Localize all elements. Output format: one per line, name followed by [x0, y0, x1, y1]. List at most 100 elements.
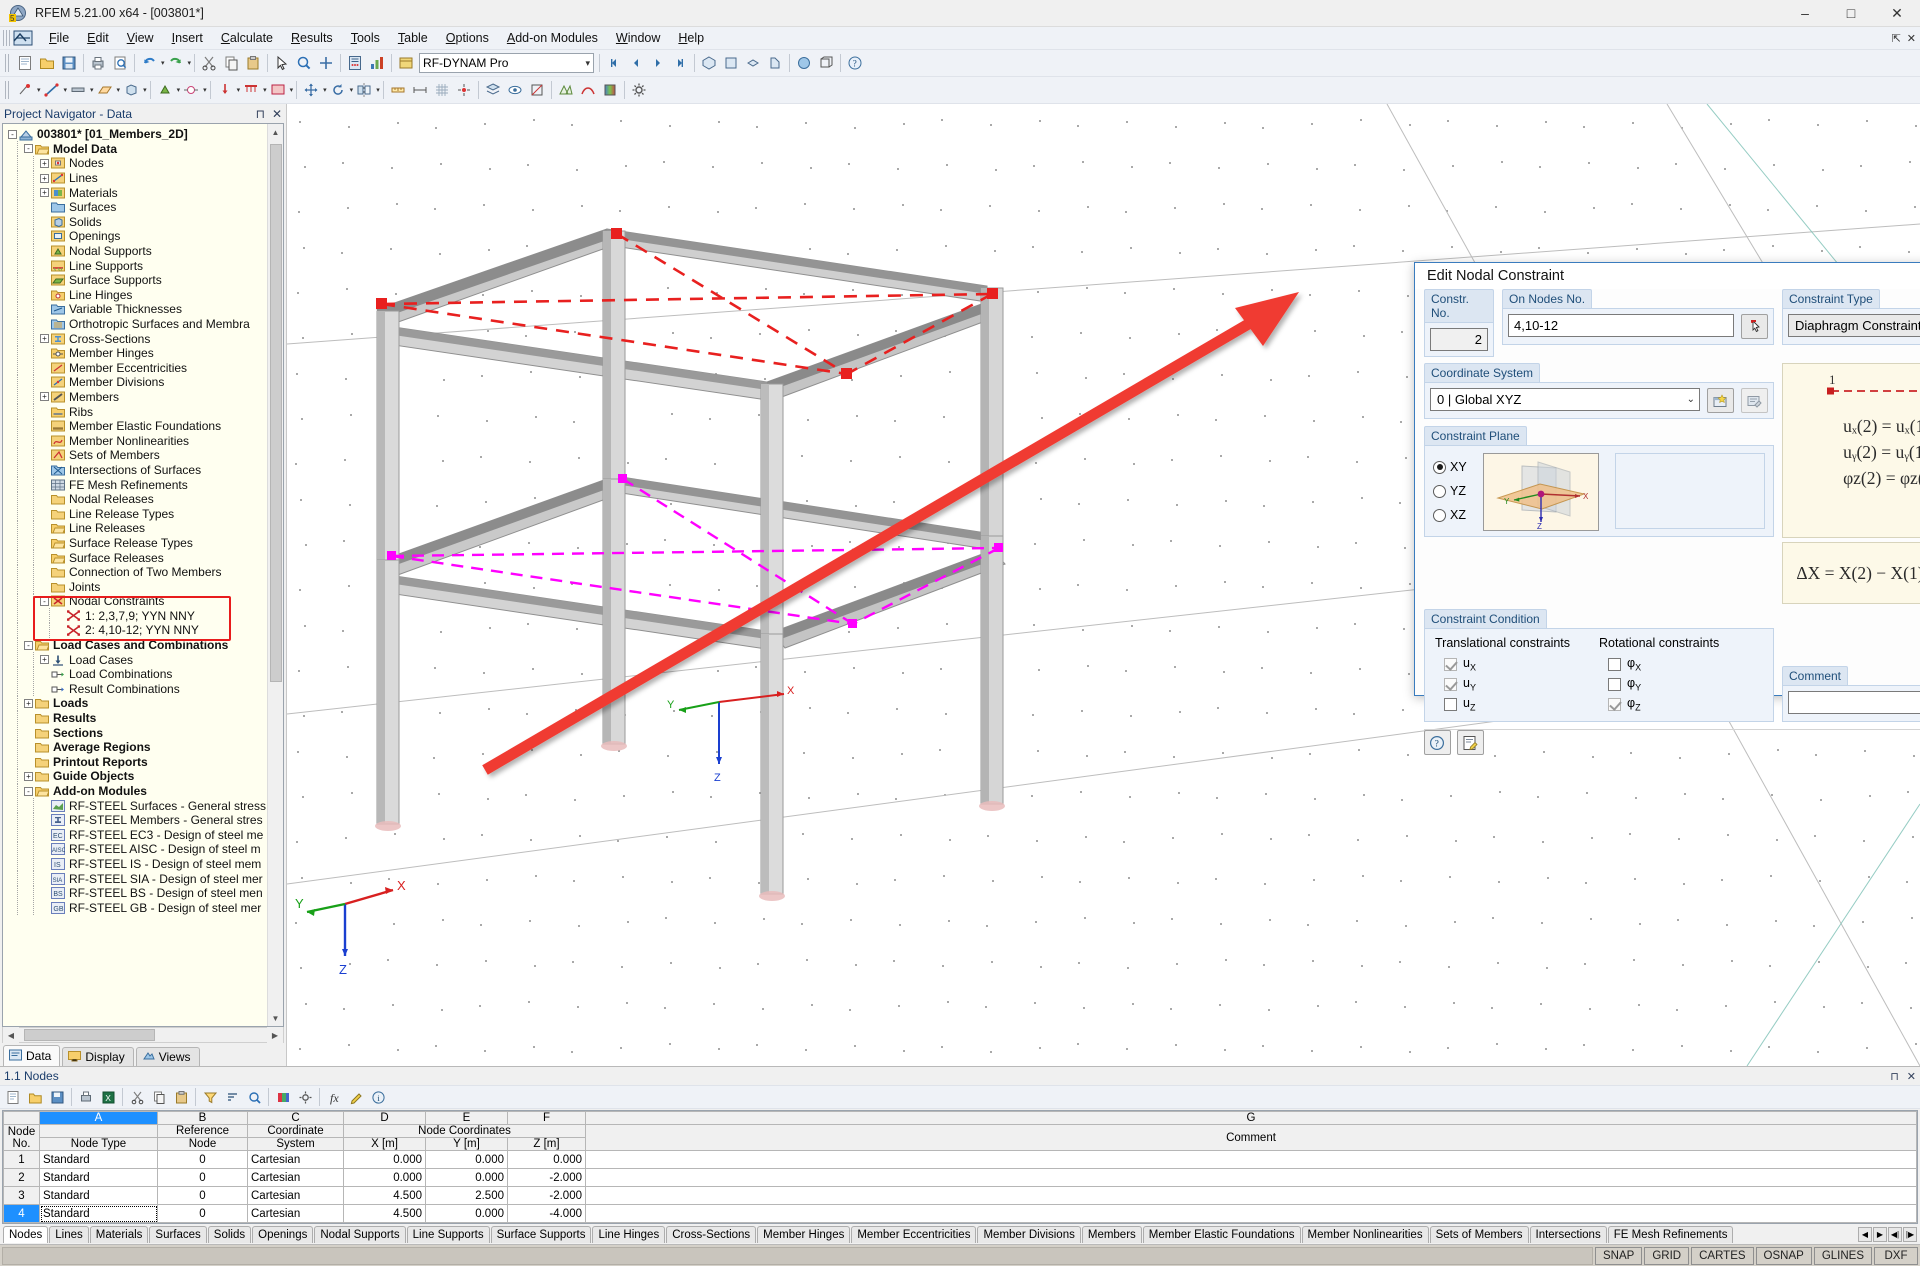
move-icon[interactable] — [300, 79, 322, 101]
constraint-plane-radio-xy[interactable]: XY — [1433, 457, 1467, 477]
tree-item-surfaces[interactable]: Surfaces — [7, 199, 267, 215]
tree-toggle[interactable] — [39, 492, 50, 506]
tree-toggle[interactable] — [39, 229, 50, 243]
tree-item-line-releases[interactable]: Line Releases — [7, 520, 267, 536]
tree-toggle[interactable]: + — [39, 390, 50, 404]
table-tab-intersections[interactable]: Intersections — [1529, 1225, 1607, 1243]
tab-nav-button[interactable]: ◀| — [1888, 1226, 1902, 1242]
cell-node-type[interactable]: Standard — [39, 1186, 158, 1205]
table-print-icon[interactable] — [75, 1086, 97, 1108]
tree-item-ribs[interactable]: Ribs — [7, 404, 267, 420]
tree-toggle[interactable] — [39, 463, 50, 477]
navigator-tree[interactable]: -003801* [01_Members_2D] - Model Data + Node… — [3, 124, 267, 1026]
cell-x[interactable]: 4.500 — [343, 1204, 426, 1223]
insert-solid-icon[interactable] — [120, 79, 142, 101]
tree-item-materials[interactable]: + Materials — [7, 185, 267, 201]
table-tab-line-hinges[interactable]: Line Hinges — [592, 1225, 666, 1243]
visibility-icon[interactable] — [504, 79, 526, 101]
tree-item-003801-01-members-2d[interactable]: - 003801* [01_Members_2D] — [7, 127, 267, 142]
tree-toggle[interactable] — [39, 200, 50, 214]
cell-reference-node[interactable]: 0 — [157, 1186, 248, 1205]
translational-checkboxes[interactable]: uX uY uZ — [1435, 654, 1599, 714]
cell-y[interactable]: 0.000 — [425, 1204, 508, 1223]
table-tab-openings[interactable]: Openings — [252, 1225, 314, 1243]
constraint-type-select[interactable]: Diaphragm Constraint ⌄ — [1788, 314, 1920, 337]
tree-item-nodal-releases[interactable]: Nodal Releases — [7, 491, 267, 507]
tree-toggle[interactable]: - — [23, 784, 34, 798]
notes-icon[interactable] — [1457, 730, 1484, 755]
cell-x[interactable]: 0.000 — [343, 1168, 426, 1187]
dimension-icon[interactable] — [409, 79, 431, 101]
view-side-icon[interactable] — [764, 52, 786, 74]
tree-toggle[interactable] — [39, 434, 50, 448]
tree-toggle[interactable] — [39, 259, 50, 273]
redo-dropdown[interactable]: ▾ — [187, 59, 192, 67]
mirror-icon[interactable] — [353, 79, 375, 101]
table-tab-line-supports[interactable]: Line Supports — [406, 1225, 490, 1243]
translational-checkbox-ux[interactable]: uX — [1444, 654, 1599, 674]
tree-item-rf-steel-bs-design-of-steel-men[interactable]: BS RF-STEEL BS - Design of steel men — [7, 885, 267, 901]
insert-surface-icon[interactable] — [94, 79, 116, 101]
insert-nodal-support-icon[interactable] — [154, 79, 176, 101]
tree-item-load-cases[interactable]: + Load Cases — [7, 652, 267, 668]
table-edit-icon[interactable] — [345, 1086, 367, 1108]
rotational-checkbox-x[interactable]: φX — [1608, 654, 1763, 674]
row-header[interactable]: 3 — [3, 1186, 40, 1205]
cell-z[interactable]: -4.000 — [507, 1204, 586, 1223]
status-toggle-glines[interactable]: GLINES — [1813, 1246, 1872, 1265]
table-row[interactable]: 4 Standard 0 Cartesian 4.500 0.000 -4.000 — [3, 1204, 1917, 1223]
table-paste-icon[interactable] — [170, 1086, 192, 1108]
tree-item-rf-steel-ec3-design-of-steel-me[interactable]: EC RF-STEEL EC3 - Design of steel me — [7, 827, 267, 843]
table-filter-icon[interactable] — [199, 1086, 221, 1108]
insert-load-icon[interactable] — [214, 79, 236, 101]
tree-item-2-4-10-12-yyn-nny[interactable]: 2: 4,10-12; YYN NNY — [7, 622, 267, 638]
zoom-window-icon[interactable] — [293, 52, 315, 74]
cell-comment[interactable] — [585, 1168, 1917, 1187]
column-header-C[interactable]: C — [247, 1111, 344, 1125]
measure-icon[interactable] — [387, 79, 409, 101]
tree-toggle[interactable] — [39, 813, 50, 827]
insert-node-dropdown[interactable]: ▾ — [36, 86, 41, 94]
cell-node-type[interactable]: Standard — [39, 1204, 158, 1223]
tree-item-sets-of-members[interactable]: Sets of Members — [7, 447, 267, 463]
constraint-plane-radio-xz[interactable]: XZ — [1433, 505, 1467, 525]
print-preview-icon[interactable] — [109, 52, 131, 74]
nav-next-icon[interactable] — [647, 52, 669, 74]
help-icon[interactable]: ? — [1424, 730, 1451, 755]
scroll-right-icon[interactable]: ▶ — [267, 1027, 283, 1043]
tab-nav-button[interactable]: |▶ — [1903, 1226, 1917, 1242]
tree-item-lines[interactable]: + Lines — [7, 170, 267, 186]
table-tab-member-elastic-foundations[interactable]: Member Elastic Foundations — [1142, 1225, 1301, 1243]
tree-item-connection-of-two-members[interactable]: Connection of Two Members — [7, 564, 267, 580]
cut-icon[interactable] — [198, 52, 220, 74]
table-function-icon[interactable]: fx — [323, 1086, 345, 1108]
table-tab-lines[interactable]: Lines — [49, 1225, 89, 1243]
tree-toggle[interactable] — [39, 346, 50, 360]
tree-toggle[interactable] — [39, 375, 50, 389]
tree-toggle[interactable] — [23, 755, 34, 769]
insert-solid-dropdown[interactable]: ▾ — [142, 86, 147, 94]
tree-item-add-on-modules[interactable]: - Add-on Modules — [7, 783, 267, 799]
tab-nav-button[interactable]: ◀ — [1858, 1226, 1872, 1242]
calculate-icon[interactable] — [344, 52, 366, 74]
new-icon[interactable] — [14, 52, 36, 74]
tree-item-line-hinges[interactable]: Line Hinges — [7, 287, 267, 303]
tree-toggle[interactable]: + — [23, 769, 34, 783]
table-colors-icon[interactable] — [272, 1086, 294, 1108]
tree-item-result-combinations[interactable]: Result Combinations — [7, 681, 267, 697]
rotational-checkbox-y[interactable]: φY — [1608, 674, 1763, 694]
tree-item-guide-objects[interactable]: + Guide Objects — [7, 768, 267, 784]
insert-line-load-icon[interactable] — [240, 79, 262, 101]
navigator-vertical-scrollbar[interactable]: ▲ ▼ — [267, 124, 283, 1026]
coordinate-system-select[interactable]: 0 | Global XYZ ⌄ — [1430, 388, 1700, 411]
wireframe-icon[interactable] — [815, 52, 837, 74]
section-icon[interactable] — [526, 79, 548, 101]
tree-item-line-supports[interactable]: Line Supports — [7, 258, 267, 274]
table-copy-icon[interactable] — [148, 1086, 170, 1108]
menu-item-table[interactable]: Table — [389, 28, 437, 48]
row-header[interactable]: 4 — [3, 1204, 40, 1223]
toolbar-grip[interactable] — [5, 54, 11, 72]
tree-toggle[interactable] — [39, 799, 50, 813]
menu-item-insert[interactable]: Insert — [163, 28, 212, 48]
cell-z[interactable]: -2.000 — [507, 1168, 586, 1187]
